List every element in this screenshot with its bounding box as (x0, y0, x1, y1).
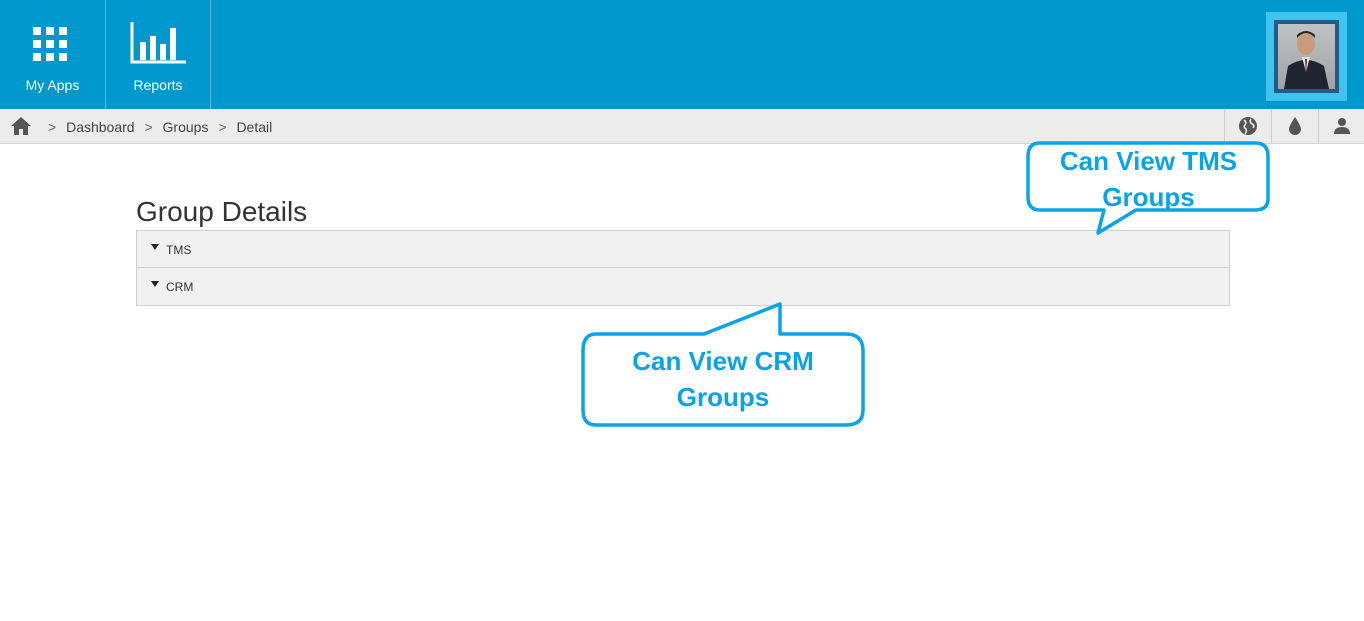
breadcrumb-bar: > Dashboard > Groups > Detail (0, 109, 1364, 144)
user-icon (1334, 118, 1350, 134)
reports-label: Reports (133, 77, 183, 93)
avatar (1274, 20, 1339, 93)
my-apps-label: My Apps (25, 77, 80, 93)
bar-chart-icon (130, 22, 186, 64)
my-apps-tile[interactable]: My Apps (0, 0, 106, 109)
breadcrumb-separator: > (218, 119, 227, 135)
breadcrumb-groups[interactable]: Groups (163, 119, 209, 135)
home-icon[interactable] (10, 116, 32, 136)
theme-button[interactable] (1271, 109, 1318, 144)
profile-button[interactable] (1318, 109, 1364, 144)
language-button[interactable] (1224, 109, 1271, 144)
globe-icon (1239, 117, 1257, 135)
breadcrumb-separator: > (144, 119, 153, 135)
droplet-icon (1289, 117, 1301, 135)
accordion-label: TMS (166, 243, 192, 257)
callout-crm-line1: Can View CRM (632, 346, 814, 376)
callout-tms-line1: Can View TMS (1059, 146, 1238, 176)
breadcrumb: > Dashboard > Groups > Detail (42, 119, 272, 135)
caret-down-icon (151, 281, 159, 287)
accordion-item-crm[interactable]: CRM (137, 268, 1229, 305)
accordion-label: CRM (166, 280, 194, 294)
caret-down-icon (151, 244, 159, 250)
breadcrumb-detail: Detail (236, 119, 273, 135)
grid-apps-icon (33, 27, 67, 61)
callout-crm-line2: Groups (676, 382, 770, 412)
group-accordion: TMS CRM (136, 230, 1230, 306)
page-title: Group Details (136, 196, 308, 227)
callout-tms: Can View TMS Groups (1026, 141, 1271, 237)
top-header: My Apps Reports (0, 0, 1364, 109)
user-photo-avatar (1278, 24, 1335, 89)
callout-crm: Can View CRM Groups (580, 301, 866, 428)
breadcrumb-separator: > (48, 119, 57, 135)
callout-tms-line2: Groups (1102, 182, 1195, 212)
reports-tile[interactable]: Reports (106, 0, 211, 109)
breadcrumb-dashboard[interactable]: Dashboard (66, 119, 135, 135)
user-avatar-button[interactable] (1266, 12, 1347, 101)
